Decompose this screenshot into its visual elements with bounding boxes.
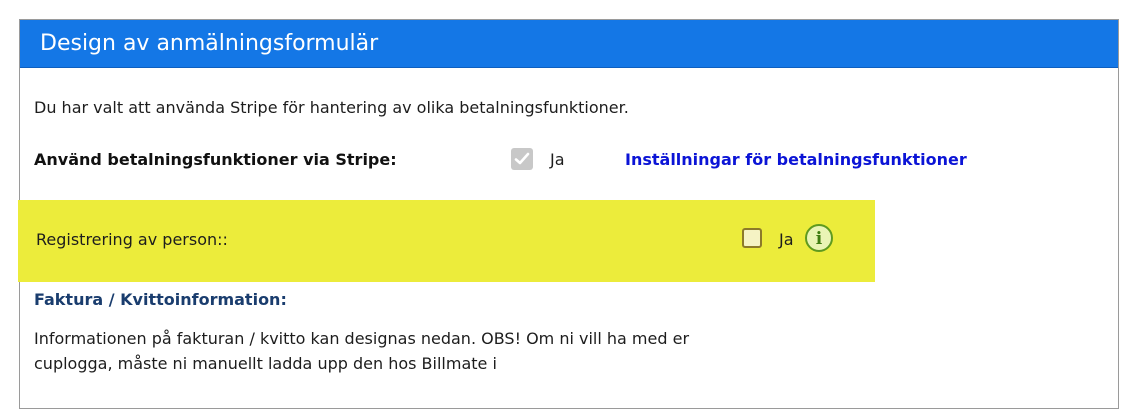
invoice-section-heading: Faktura / Kvittoinformation: [34,290,287,309]
stripe-payment-option-label: Ja [550,150,565,169]
person-registration-row: Registrering av person:: Ja i [18,200,875,282]
info-icon[interactable]: i [804,223,834,253]
payment-settings-link[interactable]: Inställningar för betalningsfunktioner [625,150,967,169]
person-registration-checkbox[interactable] [742,228,762,248]
stripe-payment-checkbox[interactable] [511,148,533,170]
panel-title: Design av anmälningsformulär [40,31,379,56]
checkmark-icon [514,152,530,165]
stripe-payment-row: Använd betalningsfunktioner via Stripe: … [34,148,1094,172]
panel-header: Design av anmälningsformulär [20,20,1118,68]
info-icon-glyph: i [816,229,823,249]
stripe-intro-text: Du har valt att använda Stripe för hante… [34,98,629,117]
invoice-description: Informationen på fakturan / kvitto kan d… [34,329,690,373]
stripe-payment-label: Använd betalningsfunktioner via Stripe: [34,150,397,169]
person-registration-label: Registrering av person:: [36,230,228,249]
person-registration-option-label: Ja [779,230,794,249]
registration-form-design-panel: Design av anmälningsformulär Du har valt… [18,19,1119,409]
